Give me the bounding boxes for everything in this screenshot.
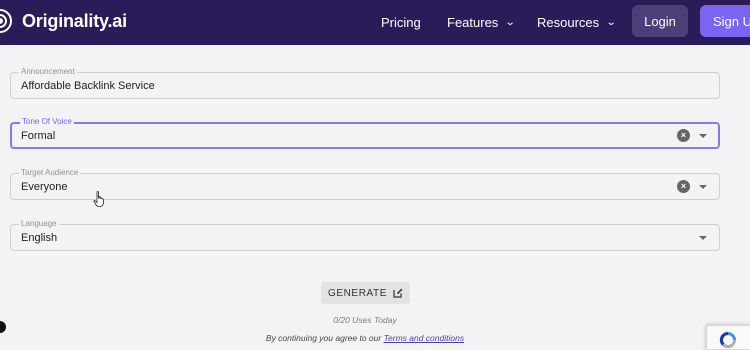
signup-button[interactable]: Sign Up <box>700 5 750 37</box>
nav-item-pricing[interactable]: Pricing <box>381 0 421 45</box>
field-value: Affordable Backlink Service <box>21 80 155 92</box>
edit-icon <box>393 288 403 298</box>
caret-down-icon[interactable] <box>699 236 707 240</box>
nav-item-resources[interactable]: Resources ⌄ <box>537 0 617 45</box>
field-value: Everyone <box>21 181 68 193</box>
terms-notice: By continuing you agree to our Terms and… <box>0 333 730 343</box>
announcement-field[interactable]: Announcement Affordable Backlink Service <box>10 66 720 99</box>
nav-item-label: Resources <box>537 15 600 30</box>
terms-prefix: By continuing you agree to our <box>265 333 382 343</box>
field-label: Target Audience <box>19 167 81 179</box>
brand-logo[interactable]: Originality.ai <box>0 9 127 33</box>
top-nav-bar: Originality.ai Pricing Features ⌄ Resour… <box>0 0 750 45</box>
terms-link[interactable]: Terms and conditions <box>384 333 464 343</box>
login-button[interactable]: Login <box>632 5 688 37</box>
nav-item-label: Pricing <box>381 15 421 30</box>
generate-button-label: GENERATE <box>327 287 388 299</box>
recaptcha-badge[interactable] <box>706 325 750 350</box>
caret-down-icon[interactable] <box>699 134 707 138</box>
field-value: English <box>21 232 58 244</box>
field-label: Language <box>19 218 59 230</box>
brand-logo-icon <box>0 9 18 33</box>
language-select[interactable]: Language English <box>10 218 720 251</box>
field-value: Formal <box>21 130 56 142</box>
chevron-down-icon: ⌄ <box>605 17 617 28</box>
field-label: Announcement <box>19 66 77 78</box>
nav-item-label: Features <box>447 15 499 30</box>
nav-item-features[interactable]: Features ⌄ <box>447 0 516 45</box>
brand-name: Originality.ai <box>22 10 127 31</box>
hand-cursor-icon <box>93 191 104 207</box>
tone-of-voice-select[interactable]: Tone Of Voice Formal × <box>10 116 720 149</box>
usage-counter: 0/20 Uses Today <box>333 315 397 325</box>
caret-down-icon[interactable] <box>699 185 707 189</box>
clear-icon[interactable]: × <box>677 129 690 142</box>
recaptcha-icon <box>719 331 737 349</box>
chevron-down-icon: ⌄ <box>505 17 516 28</box>
target-audience-select[interactable]: Target Audience Everyone × <box>10 167 720 200</box>
clear-icon[interactable]: × <box>677 180 690 193</box>
generate-button[interactable]: GENERATE <box>321 282 410 304</box>
field-label: Tone Of Voice <box>20 116 74 128</box>
